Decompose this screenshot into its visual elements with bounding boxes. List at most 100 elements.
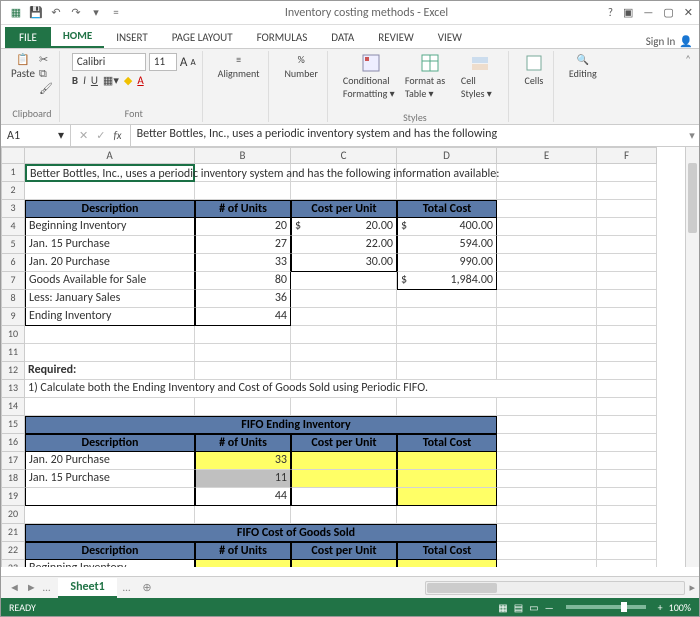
copy-icon[interactable]: ⧉	[39, 67, 53, 81]
cell-A13[interactable]: 1) Calculate both the Ending Inventory a…	[25, 380, 597, 398]
format-painter-icon[interactable]: 🖌	[39, 82, 53, 95]
select-all[interactable]	[1, 147, 25, 164]
decrease-font-icon[interactable]: A	[190, 57, 195, 68]
cell-A5[interactable]: Jan. 15 Purchase	[25, 236, 195, 254]
cells-button[interactable]: Cells	[521, 53, 547, 87]
sheet-tab-sheet1[interactable]: Sheet1	[58, 578, 116, 598]
cell-C6[interactable]: 30.00	[291, 254, 397, 272]
zoom-out-icon[interactable]: —	[545, 601, 554, 614]
cell-C4[interactable]: $20.00	[291, 218, 397, 236]
cell-D4[interactable]: $400.00	[397, 218, 497, 236]
maximize-icon[interactable]: ▢	[663, 6, 673, 19]
font-size-select[interactable]: 11	[149, 53, 177, 71]
hdr3-total[interactable]: Total Cost	[397, 542, 497, 560]
cell-D18[interactable]	[397, 470, 497, 488]
row-12[interactable]: 12	[1, 362, 25, 380]
row-7[interactable]: 7	[1, 272, 25, 290]
row-3[interactable]: 3	[1, 200, 25, 218]
cell-A15[interactable]	[25, 416, 195, 434]
row-2[interactable]: 2	[1, 182, 25, 200]
redo-icon[interactable]: ↷	[67, 4, 85, 22]
cell-B9[interactable]: 44	[195, 308, 291, 326]
row-18[interactable]: 18	[1, 470, 25, 488]
row-13[interactable]: 13	[1, 380, 25, 398]
cell-A7[interactable]: Goods Available for Sale	[25, 272, 195, 290]
cell-D6[interactable]: 990.00	[397, 254, 497, 272]
ribbon-opts-icon[interactable]: ▣	[623, 6, 633, 19]
row-11[interactable]: 11	[1, 344, 25, 362]
row-23[interactable]: 23	[1, 560, 25, 567]
sheet-tab-more[interactable]: …	[117, 581, 137, 594]
underline-button[interactable]: U	[91, 74, 98, 87]
view-normal-icon[interactable]: ▦	[498, 601, 507, 614]
cell-C7[interactable]	[291, 272, 397, 290]
hdr-description[interactable]: Description	[25, 200, 195, 218]
tab-nav-more-icon[interactable]: …	[43, 581, 51, 594]
cell-E1[interactable]	[497, 164, 597, 182]
cell-C23[interactable]	[291, 560, 397, 567]
tab-file[interactable]: FILE	[5, 27, 51, 48]
cell-F1[interactable]	[597, 164, 657, 182]
tab-page-layout[interactable]: PAGE LAYOUT	[160, 27, 245, 48]
cell-A4[interactable]: Beginning Inventory	[25, 218, 195, 236]
cell-D7[interactable]: $1,984.00	[397, 272, 497, 290]
cell-A17[interactable]: Jan. 20 Purchase	[25, 452, 195, 470]
fifo-ending-title[interactable]: FIFO Ending Inventory	[195, 416, 397, 434]
cell-C19[interactable]	[291, 488, 397, 506]
col-D[interactable]: D	[397, 147, 497, 164]
fx-icon[interactable]: fx	[113, 129, 121, 142]
hdr2-desc[interactable]: Description	[25, 434, 195, 452]
sign-in[interactable]: Sign In 👤	[640, 35, 699, 48]
cell-A2[interactable]	[25, 182, 195, 200]
cell-A1[interactable]: Better Bottles, Inc., uses a periodic in…	[25, 164, 195, 182]
tab-data[interactable]: DATA	[319, 27, 366, 48]
name-box[interactable]: A1 ▾	[1, 125, 71, 146]
cell-B17[interactable]: 33	[195, 452, 291, 470]
hdr-cost[interactable]: Cost per Unit	[291, 200, 397, 218]
paste-button[interactable]: 📋 Paste	[11, 53, 35, 95]
hdr3-cost[interactable]: Cost per Unit	[291, 542, 397, 560]
font-color-button[interactable]: A	[137, 74, 143, 87]
cell-B18[interactable]: 11	[195, 470, 291, 488]
increase-font-icon[interactable]: A	[180, 55, 188, 70]
name-box-dropdown-icon[interactable]: ▾	[58, 128, 64, 143]
row-10[interactable]: 10	[1, 326, 25, 344]
cut-icon[interactable]: ✂	[39, 53, 53, 66]
cell-A21[interactable]	[25, 524, 195, 542]
col-A[interactable]: A	[25, 147, 195, 164]
cell-B7[interactable]: 80	[195, 272, 291, 290]
col-E[interactable]: E	[497, 147, 597, 164]
vscroll-thumb[interactable]	[688, 163, 697, 233]
fifo-cogs-title[interactable]: FIFO Cost of Goods Sold	[195, 524, 397, 542]
cell-D21[interactable]	[397, 524, 497, 542]
row-17[interactable]: 17	[1, 452, 25, 470]
enter-formula-icon[interactable]: ✓	[96, 129, 105, 142]
hdr2-units[interactable]: # of Units	[195, 434, 291, 452]
hdr2-total[interactable]: Total Cost	[397, 434, 497, 452]
row-16[interactable]: 16	[1, 434, 25, 452]
horizontal-scrollbar[interactable]	[425, 581, 685, 595]
hdr3-desc[interactable]: Description	[25, 542, 195, 560]
row-19[interactable]: 19	[1, 488, 25, 506]
cell-D17[interactable]	[397, 452, 497, 470]
bold-button[interactable]: B	[72, 74, 78, 87]
tab-nav-next-icon[interactable]: ►	[26, 581, 37, 594]
customize-qat-icon[interactable]: ▾	[87, 4, 105, 22]
cell-B19[interactable]: 44	[195, 488, 291, 506]
cell-B5[interactable]: 27	[195, 236, 291, 254]
cell-B23[interactable]	[195, 560, 291, 567]
col-C[interactable]: C	[291, 147, 397, 164]
zoom-in-icon[interactable]: +	[658, 601, 663, 614]
row-5[interactable]: 5	[1, 236, 25, 254]
formula-text[interactable]: Better Bottles, Inc., uses a periodic in…	[131, 125, 685, 146]
cell-B6[interactable]: 33	[195, 254, 291, 272]
tab-nav-prev-icon[interactable]: ◄	[9, 581, 20, 594]
row-14[interactable]: 14	[1, 398, 25, 416]
row-22[interactable]: 22	[1, 542, 25, 560]
cell-D15[interactable]	[397, 416, 497, 434]
cell-A18[interactable]: Jan. 15 Purchase	[25, 470, 195, 488]
close-icon[interactable]: ✕	[684, 6, 693, 19]
undo-icon[interactable]: ↶	[47, 4, 65, 22]
cell-C17[interactable]	[291, 452, 397, 470]
cell-A8[interactable]: Less: January Sales	[25, 290, 195, 308]
